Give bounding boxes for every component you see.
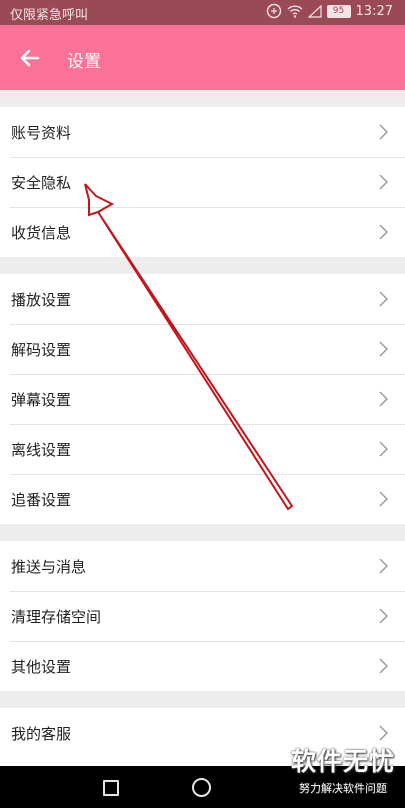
section-divider [0, 257, 405, 274]
status-bar: 仅限紧急呼叫 95 13:27 [0, 0, 405, 25]
settings-item-label: 账号资料 [11, 124, 72, 142]
settings-item-push-messages[interactable]: 推送与消息 [0, 541, 405, 591]
settings-item-label: 安全隐私 [11, 174, 72, 192]
chevron-right-icon [379, 725, 388, 741]
section-divider [0, 524, 405, 541]
settings-item-security-privacy[interactable]: 安全隐私 [0, 157, 405, 207]
settings-item-follow-anime[interactable]: 追番设置 [0, 474, 405, 524]
chevron-right-icon [379, 174, 388, 190]
settings-item-shipping-info[interactable]: 收货信息 [0, 207, 405, 257]
watermark-subtitle: 努力解决软件问题 [299, 782, 387, 795]
chevron-right-icon [379, 224, 388, 240]
chevron-right-icon [379, 658, 388, 674]
settings-item-label: 追番设置 [11, 491, 72, 509]
settings-item-offline[interactable]: 离线设置 [0, 424, 405, 474]
settings-item-label: 收货信息 [11, 224, 72, 242]
settings-item-danmaku[interactable]: 弹幕设置 [0, 374, 405, 424]
settings-group-account: 账号资料 安全隐私 收货信息 [0, 107, 405, 257]
settings-item-label: 清理存储空间 [11, 608, 102, 626]
settings-list: 账号资料 安全隐私 收货信息 播放设置 解码设置 弹幕设置 离线设置 追番设置 … [0, 107, 405, 758]
settings-item-label: 解码设置 [11, 341, 72, 359]
chevron-right-icon [379, 124, 388, 140]
status-time: 13:27 [355, 3, 393, 19]
settings-item-clear-storage[interactable]: 清理存储空间 [0, 591, 405, 641]
status-carrier-text: 仅限紧急呼叫 [10, 8, 89, 23]
page-title: 设置 [67, 52, 101, 72]
section-divider [0, 691, 405, 708]
chevron-right-icon [379, 341, 388, 357]
arrow-left-icon [20, 49, 40, 67]
chevron-right-icon [379, 558, 388, 574]
settings-item-label: 我的客服 [11, 725, 72, 743]
settings-item-label: 弹幕设置 [11, 391, 72, 409]
wifi-icon [287, 4, 303, 18]
chevron-right-icon [379, 291, 388, 307]
settings-group-playback: 播放设置 解码设置 弹幕设置 离线设置 追番设置 [0, 274, 405, 524]
recent-apps-button[interactable] [103, 780, 119, 796]
settings-item-decoding[interactable]: 解码设置 [0, 324, 405, 374]
home-button[interactable] [192, 778, 211, 797]
settings-group-misc: 推送与消息 清理存储空间 其他设置 [0, 541, 405, 691]
settings-item-other[interactable]: 其他设置 [0, 641, 405, 691]
watermark-title: 软件无忧 [290, 747, 395, 776]
settings-item-label: 离线设置 [11, 441, 72, 459]
settings-item-account-profile[interactable]: 账号资料 [0, 107, 405, 157]
signal-icon [307, 4, 322, 18]
app-bar: 设置 [0, 25, 405, 90]
settings-item-label: 其他设置 [11, 658, 72, 676]
watermark-logo: 软件无忧 努力解决软件问题 [287, 742, 399, 802]
back-button[interactable] [14, 42, 46, 74]
chevron-right-icon [379, 391, 388, 407]
settings-item-label: 推送与消息 [11, 558, 87, 576]
settings-item-label: 播放设置 [11, 291, 72, 309]
chevron-right-icon [379, 491, 388, 507]
settings-item-playback[interactable]: 播放设置 [0, 274, 405, 324]
section-divider [0, 90, 405, 107]
chevron-right-icon [379, 608, 388, 624]
status-icons: 95 13:27 [266, 3, 393, 19]
battery-icon: 95 [326, 4, 351, 18]
chevron-right-icon [379, 441, 388, 457]
notification-icon [266, 3, 282, 19]
